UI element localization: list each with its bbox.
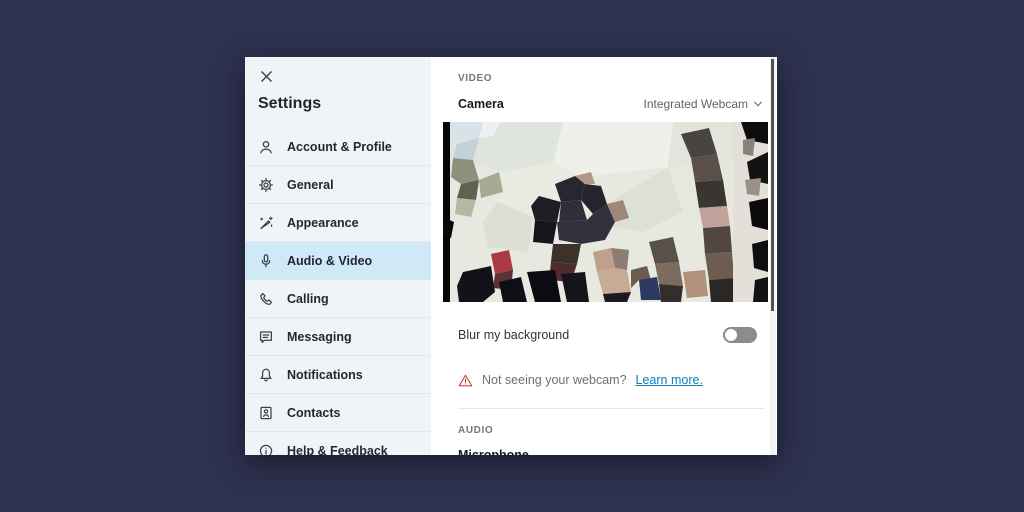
sidebar-item-label: Calling	[287, 291, 329, 306]
sidebar-item-label: Audio & Video	[287, 253, 373, 268]
contact-card-icon	[258, 405, 274, 421]
main-scrollbar-thumb[interactable]	[771, 59, 774, 311]
microphone-label: Microphone	[458, 448, 529, 455]
sidebar-item-label: Appearance	[287, 215, 359, 230]
phone-icon	[258, 291, 274, 307]
section-header-video: VIDEO	[458, 73, 493, 84]
webcam-warning-text: Not seeing your webcam?	[482, 373, 627, 387]
blur-background-row: Blur my background	[458, 319, 757, 351]
settings-dialog: Settings Account & Profile General Appea…	[245, 57, 777, 455]
person-icon	[258, 139, 274, 155]
section-divider	[458, 408, 765, 409]
close-button[interactable]	[256, 68, 276, 88]
sidebar: Settings Account & Profile General Appea…	[245, 57, 431, 455]
info-icon	[258, 443, 274, 455]
main-scrollbar[interactable]	[770, 57, 776, 455]
webcam-warning-row: Not seeing your webcam? Learn more.	[458, 371, 703, 389]
toggle-knob	[725, 329, 737, 341]
message-icon	[258, 329, 274, 345]
sidebar-item-label: General	[287, 177, 334, 192]
sidebar-item-label: Notifications	[287, 367, 363, 382]
camera-row: Camera Integrated Webcam	[458, 93, 763, 115]
sidebar-item-label: Account & Profile	[287, 139, 392, 154]
wand-icon	[258, 215, 274, 231]
webcam-preview	[443, 122, 768, 302]
sidebar-item-audio-video[interactable]: Audio & Video	[245, 242, 431, 280]
sidebar-item-general[interactable]: General	[245, 166, 431, 204]
sidebar-item-messaging[interactable]: Messaging	[245, 318, 431, 356]
close-icon	[260, 70, 273, 86]
sidebar-item-account-profile[interactable]: Account & Profile	[245, 128, 431, 166]
bell-icon	[258, 367, 274, 383]
gear-icon	[258, 177, 274, 193]
sidebar-item-help-feedback[interactable]: Help & Feedback	[245, 432, 431, 455]
camera-select-value: Integrated Webcam	[643, 97, 748, 111]
settings-menu: Account & Profile General Appearance Aud…	[245, 128, 431, 455]
sidebar-item-contacts[interactable]: Contacts	[245, 394, 431, 432]
sidebar-item-calling[interactable]: Calling	[245, 280, 431, 318]
warning-icon	[458, 374, 473, 386]
learn-more-link[interactable]: Learn more.	[636, 373, 703, 387]
sidebar-item-appearance[interactable]: Appearance	[245, 204, 431, 242]
chevron-down-icon	[754, 101, 762, 107]
blur-background-label: Blur my background	[458, 328, 570, 342]
audio-video-settings-panel: VIDEO Camera Integrated Webcam Blur my b…	[431, 57, 777, 455]
dialog-title: Settings	[258, 95, 322, 112]
sidebar-item-label: Contacts	[287, 405, 341, 420]
sidebar-item-notifications[interactable]: Notifications	[245, 356, 431, 394]
camera-select[interactable]: Integrated Webcam	[643, 97, 763, 111]
sidebar-item-label: Help & Feedback	[287, 443, 388, 456]
sidebar-item-label: Messaging	[287, 329, 352, 344]
section-header-audio: AUDIO	[458, 425, 494, 436]
blur-background-toggle[interactable]	[723, 327, 757, 343]
microphone-icon	[258, 253, 274, 269]
camera-label: Camera	[458, 97, 504, 111]
